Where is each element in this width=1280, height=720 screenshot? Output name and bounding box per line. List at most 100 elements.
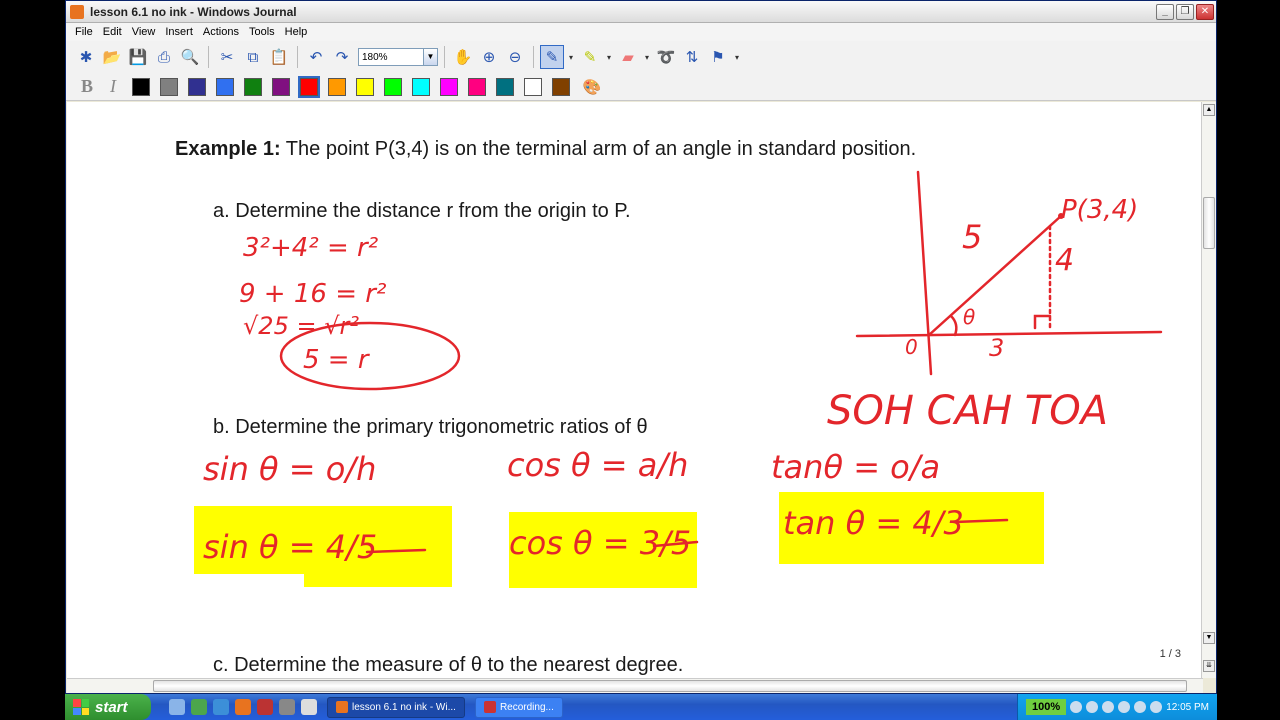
print-icon[interactable]: ⎙ (152, 45, 176, 69)
ink-theta-label: θ (963, 305, 975, 329)
ink-point-label: P(3,4) (1061, 195, 1138, 225)
color-palette-icon[interactable]: 🎨 (580, 75, 604, 99)
taskbar-journal-button[interactable]: lesson 6.1 no ink - Wi... (327, 696, 465, 718)
toolbar-divider (533, 46, 534, 68)
scroll-up-icon[interactable]: ▲ (1203, 104, 1215, 116)
windows-logo-icon (73, 699, 89, 715)
system-tray: 100% 12:05 PM (1017, 694, 1217, 720)
find-icon[interactable]: 🔍 (178, 45, 202, 69)
restore-button[interactable]: ❐ (1176, 3, 1194, 20)
highlighter-dropdown-icon[interactable]: ▾ (604, 45, 614, 69)
bluetooth-icon[interactable] (1150, 701, 1163, 713)
zoom-select[interactable]: 180% ▼ (358, 48, 438, 66)
new-note-icon[interactable]: ✱ (74, 45, 98, 69)
menu-tools[interactable]: Tools (244, 26, 280, 38)
menu-file[interactable]: File (70, 26, 98, 38)
chrome-icon[interactable] (191, 699, 207, 715)
horizontal-scroll-thumb[interactable] (153, 680, 1187, 692)
undo-icon[interactable]: ↶ (304, 45, 328, 69)
ink-soh-cah-toa: SOH CAH TOA (827, 388, 1108, 434)
pdf-icon[interactable] (257, 699, 273, 715)
open-folder-icon[interactable]: 📂 (100, 45, 124, 69)
color-swatch-0[interactable] (132, 77, 150, 96)
mail-icon[interactable] (301, 699, 317, 715)
color-swatch-6[interactable] (298, 75, 320, 98)
start-label: start (95, 698, 128, 716)
color-swatch-5[interactable] (272, 77, 290, 96)
color-swatch-10[interactable] (412, 77, 430, 96)
color-swatch-12[interactable] (468, 77, 486, 96)
journal-icon[interactable] (235, 699, 251, 715)
browser-icon[interactable] (213, 699, 229, 715)
redo-icon[interactable]: ↷ (330, 45, 354, 69)
security-icon[interactable] (1102, 701, 1115, 713)
ink-step-3: √25 = √r² (243, 312, 359, 340)
x-axis-ink (855, 330, 1163, 338)
italic-button[interactable]: I (104, 76, 122, 97)
vertical-scroll-thumb[interactable] (1203, 197, 1215, 249)
horizontal-scrollbar[interactable] (67, 678, 1203, 693)
menu-edit[interactable]: Edit (98, 26, 127, 38)
chevron-down-icon[interactable]: ▼ (423, 49, 437, 65)
page-indicator: 1 / 3 (1159, 648, 1181, 660)
close-button[interactable]: ✕ (1196, 3, 1214, 20)
color-swatch-1[interactable] (160, 77, 178, 96)
lasso-icon[interactable]: ➰ (654, 45, 678, 69)
start-button[interactable]: start (65, 694, 151, 720)
scroll-down-icon[interactable]: ▼ (1203, 632, 1215, 644)
ink-sin-definition: sin θ = o/h (203, 450, 376, 488)
color-swatch-8[interactable] (356, 77, 374, 96)
sync-icon[interactable] (1134, 701, 1147, 713)
pen-dropdown-icon[interactable]: ▾ (566, 45, 576, 69)
right-angle-mark (1033, 314, 1052, 330)
taskbar-journal-label: lesson 6.1 no ink - Wi... (352, 701, 456, 713)
show-desktop-icon[interactable] (169, 699, 185, 715)
ink-cos-value: cos θ = 3/5 (509, 524, 691, 562)
vertical-scrollbar[interactable]: ▲ ▼ ⇊ (1201, 102, 1216, 678)
title-bar[interactable]: lesson 6.1 no ink - Windows Journal _ ❐ … (66, 1, 1216, 23)
bold-button[interactable]: B (78, 76, 96, 97)
zoom-in-icon[interactable]: ⊕ (477, 45, 501, 69)
pen-icon[interactable]: ✎ (540, 45, 564, 69)
save-icon[interactable]: 💾 (126, 45, 150, 69)
eraser-icon[interactable]: ▰ (616, 45, 640, 69)
update-icon[interactable] (1118, 701, 1131, 713)
eraser-dropdown-icon[interactable]: ▾ (642, 45, 652, 69)
color-swatch-4[interactable] (244, 77, 262, 96)
toolbar-divider (444, 46, 445, 68)
color-swatch-11[interactable] (440, 77, 458, 96)
tray-zoom-indicator[interactable]: 100% (1026, 699, 1067, 715)
network-icon[interactable] (1070, 701, 1083, 713)
menu-actions[interactable]: Actions (198, 26, 244, 38)
clock: 12:05 PM (1166, 701, 1209, 713)
next-page-icon[interactable]: ⇊ (1203, 660, 1215, 672)
cut-icon[interactable]: ✂ (215, 45, 239, 69)
minimize-button[interactable]: _ (1156, 3, 1174, 20)
color-swatch-3[interactable] (216, 77, 234, 96)
color-swatch-2[interactable] (188, 77, 206, 96)
copy-icon[interactable]: ⧉ (241, 45, 265, 69)
zoom-out-icon[interactable]: ⊖ (503, 45, 527, 69)
volume-icon[interactable] (1086, 701, 1099, 713)
menu-help[interactable]: Help (280, 26, 313, 38)
ink-hypotenuse-label: 5 (962, 218, 982, 256)
flag-icon[interactable]: ⚑ (706, 45, 730, 69)
color-swatch-13[interactable] (496, 77, 514, 96)
tool-icon[interactable] (279, 699, 295, 715)
color-swatch-9[interactable] (384, 77, 402, 96)
menu-insert[interactable]: Insert (160, 26, 198, 38)
standard-toolbar: ✱ 📂 💾 ⎙ 🔍 ✂ ⧉ 📋 ↶ ↷ 180% ▼ ✋ ⊕ ⊖ ✎ ▾ ✎ ▾… (66, 41, 1216, 73)
color-swatch-14[interactable] (524, 77, 542, 96)
pan-hand-icon[interactable]: ✋ (451, 45, 475, 69)
color-swatch-7[interactable] (328, 77, 346, 96)
taskbar-recording-button[interactable]: Recording... (474, 696, 563, 718)
paste-icon[interactable]: 📋 (267, 45, 291, 69)
color-swatch-15[interactable] (552, 77, 570, 96)
ink-tan-value: tan θ = 4/3 (783, 504, 964, 542)
journal-page[interactable]: Example 1: The point P(3,4) is on the te… (67, 102, 1203, 678)
menu-view[interactable]: View (127, 26, 161, 38)
highlighter-icon[interactable]: ✎ (578, 45, 602, 69)
ink-step-2: 9 + 16 = r² (239, 279, 386, 309)
flag-dropdown-icon[interactable]: ▾ (732, 45, 742, 69)
insert-space-icon[interactable]: ⇅ (680, 45, 704, 69)
